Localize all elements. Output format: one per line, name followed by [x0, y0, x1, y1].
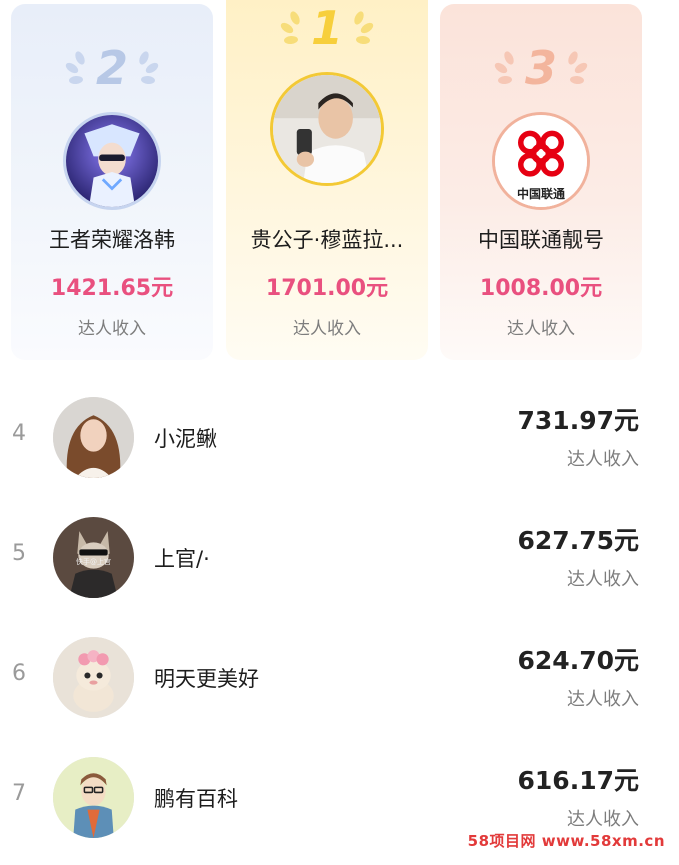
creator-name[interactable]: 贵公子·穆蓝拉...	[232, 224, 422, 254]
avatar[interactable]: 快手@上官	[53, 517, 134, 598]
list-item[interactable]: 4 小泥鳅 731.97元 达人收入	[0, 377, 679, 497]
list-item[interactable]: 5 快手@上官 上官/· 627.75元 达人收入	[0, 497, 679, 617]
income-amount: 1008.00元	[479, 276, 603, 301]
creator-name[interactable]: 鹏有百科	[154, 783, 238, 813]
avatar-caption: 快手@上官	[76, 558, 111, 566]
avatar[interactable]: 中国联通	[492, 112, 590, 210]
income-amount: 616.17元	[517, 766, 639, 795]
laurel-right-icon	[565, 50, 593, 86]
podium-card-rank-3[interactable]: 3 中国联通 中国联通靓号 1008.00元 达人收入	[440, 4, 642, 360]
creator-name[interactable]: 明天更美好	[154, 663, 259, 693]
laurel-right-icon	[351, 10, 379, 46]
income-label: 达人收入	[78, 319, 146, 339]
rank-number: 3	[524, 41, 557, 95]
laurel-left-icon	[275, 10, 303, 46]
rank-badge: 1	[226, 0, 428, 58]
rank-badge: 2	[11, 38, 213, 98]
list-item[interactable]: 6 明天更美好 624.70元 达人收入	[0, 617, 679, 737]
avatar-game-character-icon	[66, 115, 158, 207]
rank-number: 4	[12, 421, 26, 446]
rank-number: 6	[12, 661, 26, 686]
income-amount: 731.97元	[517, 406, 639, 435]
income-label: 达人收入	[567, 809, 639, 830]
income-label: 达人收入	[567, 689, 639, 710]
rank-number: 2	[95, 41, 128, 95]
avatar[interactable]	[270, 72, 384, 186]
avatar-man-selfie-icon	[273, 75, 381, 183]
avatar[interactable]	[53, 757, 134, 838]
creator-name[interactable]: 小泥鳅	[154, 423, 217, 453]
rank-number: 7	[12, 781, 26, 806]
leaderboard-list: 4 小泥鳅 731.97元 达人收入 5 快手@上官 上官/· 627.75元 …	[0, 377, 679, 857]
avatar-woman-icon	[53, 397, 134, 478]
income-label: 达人收入	[507, 319, 575, 339]
creator-name[interactable]: 王者荣耀洛韩	[17, 224, 207, 254]
podium-card-rank-1[interactable]: 1 贵公子·穆蓝拉... 1701.00元 达人收入	[226, 0, 428, 360]
site-watermark: 58项目网 www.58xm.cn	[467, 832, 665, 850]
podium-card-rank-2[interactable]: 2 王者荣耀洛韩 1421.65元 达人收入	[11, 4, 213, 360]
laurel-left-icon	[60, 50, 88, 86]
avatar[interactable]	[53, 637, 134, 718]
income-label: 达人收入	[293, 319, 361, 339]
income-label: 达人收入	[567, 569, 639, 590]
rank-badge: 3	[440, 38, 642, 98]
income-amount: 624.70元	[517, 646, 639, 675]
laurel-right-icon	[136, 50, 164, 86]
creator-name[interactable]: 上官/·	[154, 543, 210, 573]
creator-name[interactable]: 中国联通靓号	[446, 224, 636, 254]
avatar-cartoon-boy-icon	[53, 757, 134, 838]
income-amount: 627.75元	[517, 526, 639, 555]
rank-number: 1	[310, 1, 343, 55]
income-label: 达人收入	[567, 449, 639, 470]
avatar[interactable]	[63, 112, 161, 210]
rank-number: 5	[12, 541, 26, 566]
income-amount: 1421.65元	[50, 276, 174, 301]
leaderboard-podium: 2 王者荣耀洛韩 1421.65元 达人收入 1 贵公子·穆蓝拉... 1701…	[0, 0, 679, 365]
laurel-left-icon	[489, 50, 517, 86]
income-amount: 1701.00元	[265, 276, 389, 301]
avatar-cartoon-dragon-icon	[53, 637, 134, 718]
logo-text: 中国联通	[516, 187, 565, 201]
avatar[interactable]	[53, 397, 134, 478]
